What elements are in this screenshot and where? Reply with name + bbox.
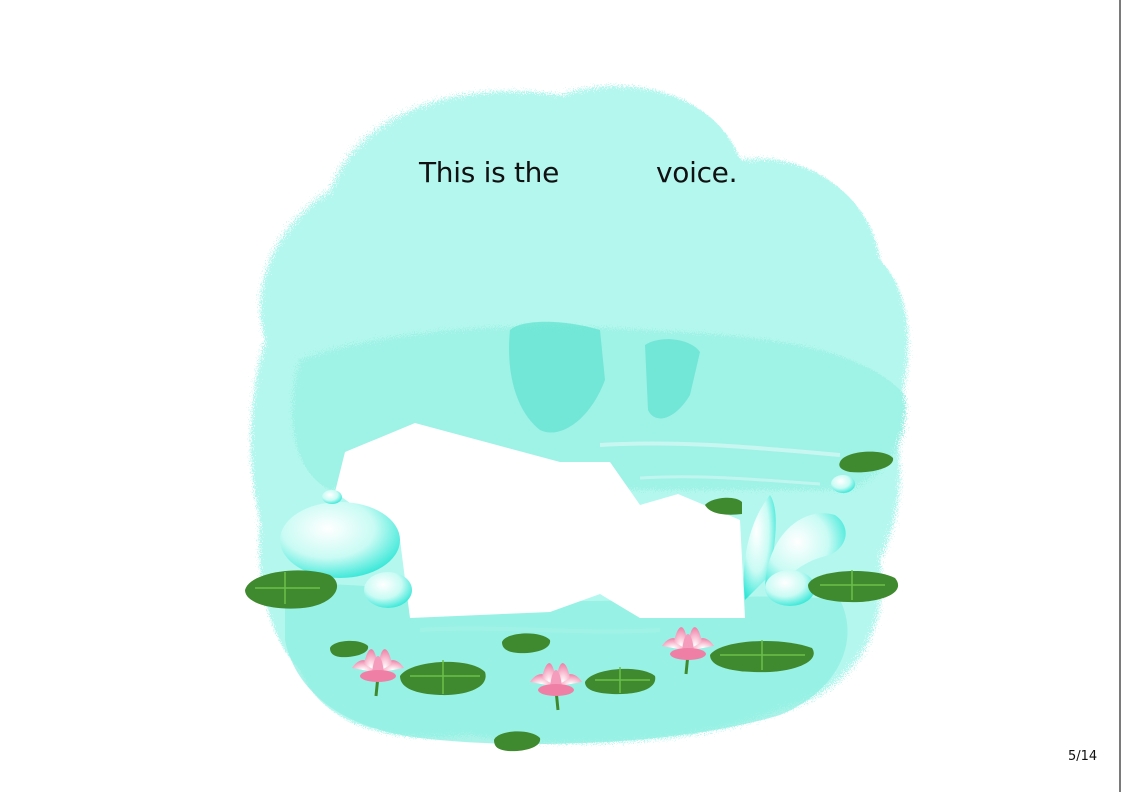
page-edge-divider — [1119, 0, 1121, 792]
page-number: 5/14 — [1068, 749, 1098, 764]
pond-illustration — [245, 86, 909, 752]
book-page: This is the voice. 5/14 — [0, 0, 1122, 792]
caption-text-before-blank: This is the — [419, 156, 560, 189]
lily-pad — [494, 731, 541, 752]
caption-text-after-blank: voice. — [656, 156, 738, 189]
